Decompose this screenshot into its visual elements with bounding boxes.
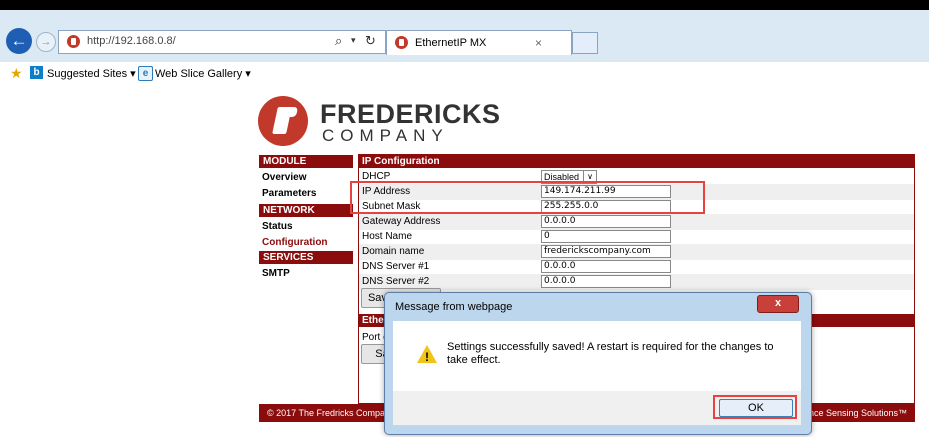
footer-copyright: © 2017 The Fredricks Company bbox=[267, 408, 395, 418]
message-dialog: Message from webpage x ! Settings succes… bbox=[384, 292, 812, 435]
domain-name-row: Domain name frederickscompany.com bbox=[359, 244, 914, 260]
web-slice-gallery-link[interactable]: Web Slice Gallery ▾ bbox=[155, 67, 251, 80]
nav-item-configuration[interactable]: Configuration bbox=[262, 237, 328, 248]
refresh-icon[interactable]: ↻ bbox=[365, 33, 376, 49]
dropdown-arrow-icon[interactable]: ▾ bbox=[351, 35, 356, 46]
host-name-row: Host Name 0 bbox=[359, 229, 914, 245]
nav-item-smtp[interactable]: SMTP bbox=[262, 268, 290, 279]
dns2-label: DNS Server #2 bbox=[362, 276, 430, 287]
tab-favicon-icon bbox=[395, 36, 408, 49]
back-button[interactable]: ← bbox=[6, 28, 32, 54]
dialog-message: Settings successfully saved! A restart i… bbox=[447, 341, 774, 366]
ip-config-heading: IP Configuration bbox=[359, 155, 914, 168]
dialog-body: ! Settings successfully saved! A restart… bbox=[393, 321, 801, 391]
nav-item-overview[interactable]: Overview bbox=[262, 172, 306, 183]
browser-tab-active[interactable]: EthernetIP MX × bbox=[386, 30, 572, 55]
bing-icon: b bbox=[30, 66, 43, 79]
ie-page-icon: e bbox=[138, 66, 153, 81]
dns2-input[interactable]: 0.0.0.0 bbox=[541, 275, 671, 288]
footer-tagline: mance Sensing Solutions™ bbox=[796, 408, 907, 418]
new-tab-button[interactable] bbox=[572, 32, 598, 54]
nav-item-parameters[interactable]: Parameters bbox=[262, 188, 316, 199]
dns2-row: DNS Server #2 0.0.0.0 bbox=[359, 274, 914, 290]
host-name-label: Host Name bbox=[362, 231, 413, 242]
dialog-footer: OK bbox=[393, 391, 801, 425]
domain-name-input[interactable]: frederickscompany.com bbox=[541, 245, 671, 258]
dns1-input[interactable]: 0.0.0.0 bbox=[541, 260, 671, 273]
dns1-row: DNS Server #1 0.0.0.0 bbox=[359, 259, 914, 275]
dialog-title: Message from webpage bbox=[395, 301, 513, 313]
nav-heading-module: MODULE bbox=[259, 155, 353, 168]
forward-button[interactable]: → bbox=[36, 32, 56, 52]
logo-subtitle: COMPANY bbox=[322, 126, 449, 145]
warning-icon-mark: ! bbox=[425, 350, 429, 364]
tab-close-icon[interactable]: × bbox=[535, 36, 542, 50]
nav-item-status[interactable]: Status bbox=[262, 221, 293, 232]
tab-title: EthernetIP MX bbox=[415, 37, 487, 49]
nav-heading-services: SERVICES bbox=[259, 251, 353, 264]
ip-subnet-highlight bbox=[350, 181, 705, 214]
gateway-label: Gateway Address bbox=[362, 216, 441, 227]
nav-heading-network: NETWORK bbox=[259, 204, 353, 217]
ok-button[interactable]: OK bbox=[719, 399, 793, 417]
dialog-close-button[interactable]: x bbox=[757, 295, 799, 313]
suggested-sites-link[interactable]: Suggested Sites ▾ bbox=[47, 67, 136, 80]
window-top-edge bbox=[0, 0, 929, 10]
gateway-input[interactable]: 0.0.0.0 bbox=[541, 215, 671, 228]
fredericks-logo-icon bbox=[258, 96, 308, 146]
search-icon[interactable]: ⌕ bbox=[335, 33, 342, 49]
address-url: http://192.168.0.8/ bbox=[87, 35, 176, 47]
address-bar[interactable]: http://192.168.0.8/ ⌕ ▾ ↻ bbox=[58, 30, 386, 54]
domain-name-label: Domain name bbox=[362, 246, 425, 257]
gateway-row: Gateway Address 0.0.0.0 bbox=[359, 214, 914, 230]
favorites-star-icon[interactable]: ★ bbox=[10, 65, 23, 82]
host-name-input[interactable]: 0 bbox=[541, 230, 671, 243]
favorites-bar: ★ b Suggested Sites ▾ e Web Slice Galler… bbox=[0, 62, 929, 84]
site-favicon-icon bbox=[67, 35, 80, 48]
dns1-label: DNS Server #1 bbox=[362, 261, 430, 272]
